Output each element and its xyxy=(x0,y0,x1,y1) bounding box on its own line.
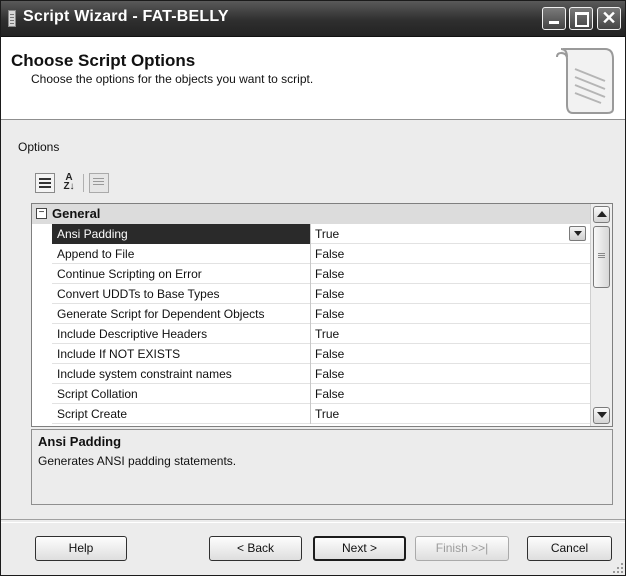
property-name: Convert UDDTs to Base Types xyxy=(52,284,311,304)
options-label: Options xyxy=(18,140,60,154)
script-scroll-icon xyxy=(556,48,614,114)
alphabetical-sort-icon[interactable]: A Z↓ xyxy=(59,173,79,193)
next-button[interactable]: Next > xyxy=(313,536,406,561)
property-row-continue-scripting[interactable]: Continue Scripting on Error False xyxy=(52,264,590,284)
page-subtitle: Choose the options for the objects you w… xyxy=(31,72,314,86)
categorized-icon[interactable] xyxy=(35,173,55,193)
close-button[interactable]: ✕ xyxy=(597,7,621,30)
scroll-thumb[interactable] xyxy=(593,226,610,288)
property-name: Continue Scripting on Error xyxy=(52,264,311,284)
description-panel: Ansi Padding Generates ANSI padding stat… xyxy=(31,429,613,505)
property-row-dependent-objects[interactable]: Generate Script for Dependent Objects Fa… xyxy=(52,304,590,324)
property-name: Append to File xyxy=(52,244,311,264)
category-general[interactable]: − General xyxy=(32,204,590,224)
toolbar-separator xyxy=(83,174,84,192)
property-name: Include system constraint names xyxy=(52,364,311,384)
maximize-button[interactable] xyxy=(569,7,593,30)
property-name: Include Descriptive Headers xyxy=(52,324,311,344)
scroll-down-icon[interactable] xyxy=(593,407,610,424)
property-name: Include If NOT EXISTS xyxy=(52,344,311,364)
app-icon xyxy=(8,10,16,27)
cancel-button[interactable]: Cancel xyxy=(527,536,612,561)
title-bar[interactable]: Script Wizard - FAT-BELLY ✕ xyxy=(1,1,625,37)
property-row-convert-uddts[interactable]: Convert UDDTs to Base Types False xyxy=(52,284,590,304)
property-row-script-create[interactable]: Script Create True xyxy=(52,404,590,424)
collapse-icon[interactable]: − xyxy=(36,208,47,219)
property-row-script-collation[interactable]: Script Collation False xyxy=(52,384,590,404)
scroll-up-icon[interactable] xyxy=(593,206,610,223)
back-button[interactable]: < Back xyxy=(209,536,302,561)
property-name: Script Create xyxy=(52,404,311,424)
property-pages-icon[interactable] xyxy=(89,173,109,193)
description-text: Generates ANSI padding statements. xyxy=(38,454,237,468)
property-row-constraint-names[interactable]: Include system constraint names False xyxy=(52,364,590,384)
footer-divider xyxy=(1,519,625,523)
property-row-if-not-exists[interactable]: Include If NOT EXISTS False xyxy=(52,344,590,364)
property-name: Generate Script for Dependent Objects xyxy=(52,304,311,324)
property-grid[interactable]: − General Ansi Padding True Append to Fi… xyxy=(31,203,613,427)
property-value[interactable]: True xyxy=(315,404,585,426)
category-label: General xyxy=(52,206,101,221)
wizard-header: Choose Script Options Choose the options… xyxy=(1,37,625,120)
minimize-button[interactable] xyxy=(542,7,566,30)
resize-grip-icon[interactable] xyxy=(613,563,623,573)
property-row-append-to-file[interactable]: Append to File False xyxy=(52,244,590,264)
property-name: Ansi Padding xyxy=(52,224,311,244)
help-button[interactable]: Help xyxy=(35,536,127,561)
vertical-scrollbar[interactable] xyxy=(590,204,612,426)
page-title: Choose Script Options xyxy=(11,51,196,70)
property-row-ansi-padding[interactable]: Ansi Padding True xyxy=(52,224,590,244)
property-row-descriptive-headers[interactable]: Include Descriptive Headers True xyxy=(52,324,590,344)
finish-button: Finish >>| xyxy=(415,536,509,561)
property-name: Script Collation xyxy=(52,384,311,404)
chevron-down-icon[interactable] xyxy=(569,226,586,241)
description-title: Ansi Padding xyxy=(38,434,122,449)
script-wizard-window: Script Wizard - FAT-BELLY ✕ Choose Scrip… xyxy=(0,0,626,576)
window-title: Script Wizard - FAT-BELLY xyxy=(23,8,229,25)
close-icon: ✕ xyxy=(601,8,617,28)
